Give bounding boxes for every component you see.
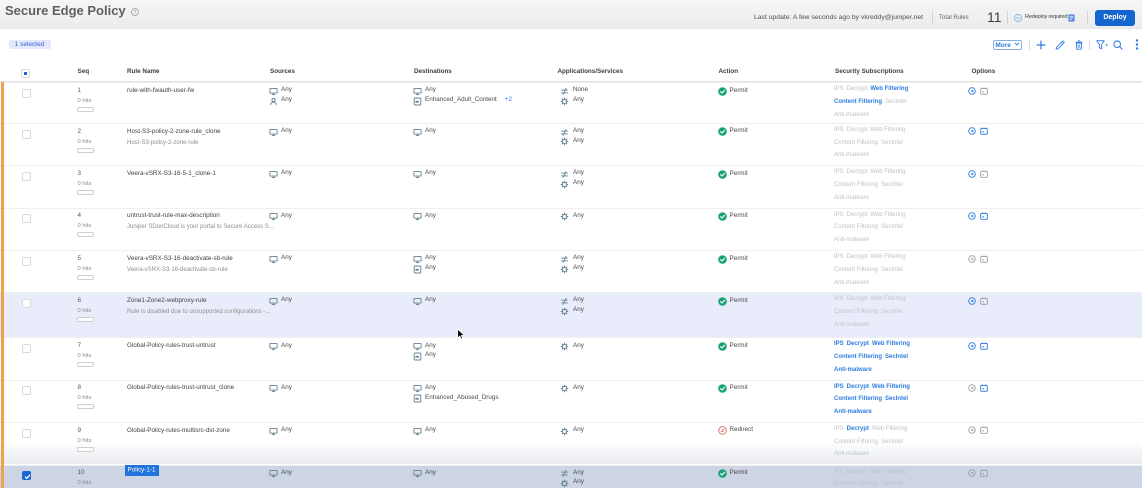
- svg-text:?: ?: [134, 10, 137, 16]
